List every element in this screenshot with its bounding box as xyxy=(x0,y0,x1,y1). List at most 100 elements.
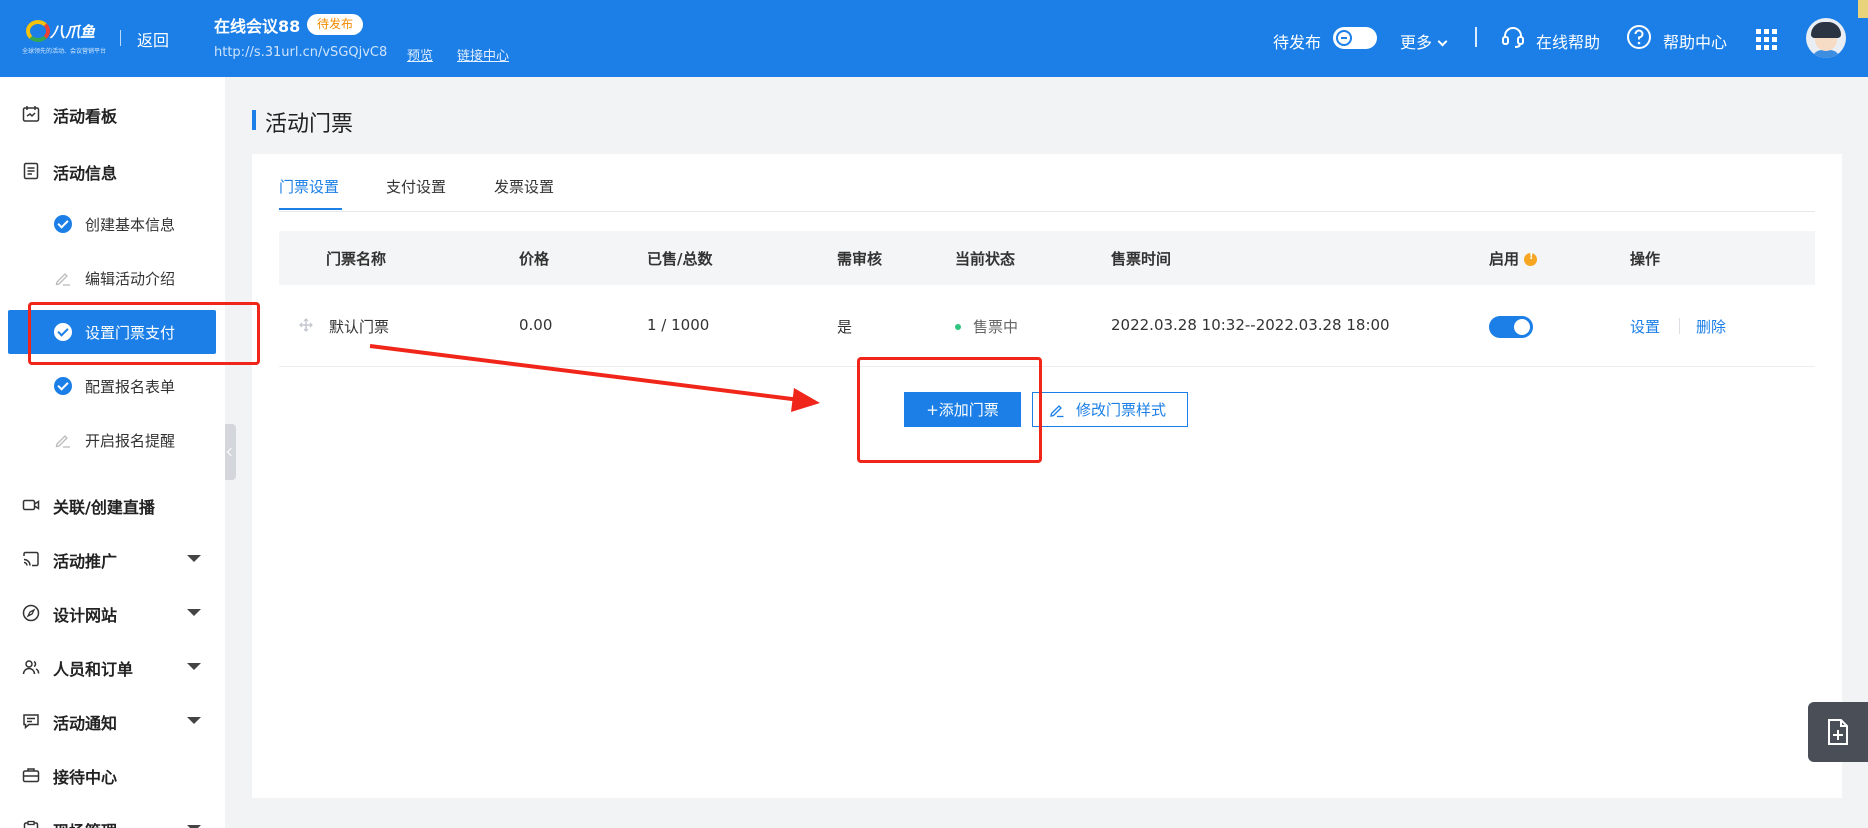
publish-toggle[interactable] xyxy=(1333,27,1377,49)
tab-payment-settings[interactable]: 支付设置 xyxy=(386,176,446,197)
table-header xyxy=(279,231,1815,285)
headset-icon[interactable] xyxy=(1500,24,1526,50)
more-label: 更多 xyxy=(1400,33,1433,52)
pencil-icon xyxy=(55,435,70,448)
column-header-review: 需审核 xyxy=(837,250,883,268)
pencil-icon xyxy=(55,273,70,286)
ticket-enabled-switch[interactable] xyxy=(1489,316,1533,338)
pencil-icon xyxy=(1050,405,1064,418)
user-avatar[interactable] xyxy=(1806,18,1846,58)
highlight-box-add-button xyxy=(857,357,1042,463)
sidebar-subitem-edit-intro[interactable]: 编辑活动介绍 xyxy=(8,256,216,300)
drag-handle-icon[interactable] xyxy=(299,318,313,332)
sidebar-collapse-handle[interactable] xyxy=(225,424,236,480)
calendar-icon xyxy=(22,106,40,122)
action-divider xyxy=(1679,318,1680,334)
sidebar-item-design-site[interactable]: 设计网站 xyxy=(0,592,225,632)
logo-mark: 八爪鱼 xyxy=(26,18,104,44)
caret-down-icon xyxy=(187,555,201,562)
tab-ticket-settings[interactable]: 门票设置 xyxy=(279,176,339,197)
sidebar-item-label: 人员和订单 xyxy=(53,660,134,679)
caret-down-icon xyxy=(187,609,201,616)
more-menu[interactable]: 更多 xyxy=(1400,29,1448,53)
sidebar-subitem-label: 创建基本信息 xyxy=(85,216,176,234)
sidebar-item-dashboard[interactable]: 活动看板 xyxy=(0,93,225,133)
clipboard-icon xyxy=(23,820,39,828)
preview-link[interactable]: 预览 xyxy=(407,45,433,64)
online-help-link[interactable]: 在线帮助 xyxy=(1536,29,1600,53)
edit-ticket-style-button[interactable]: 修改门票样式 xyxy=(1032,392,1188,427)
sidebar-item-label: 活动看板 xyxy=(53,107,118,126)
chevron-down-icon xyxy=(1437,36,1448,47)
cast-icon xyxy=(23,551,39,567)
event-status-badge: 待发布 xyxy=(307,14,364,35)
column-header-sold-total: 已售/总数 xyxy=(647,250,713,268)
column-header-actions: 操作 xyxy=(1630,250,1661,268)
add-document-icon xyxy=(1828,719,1848,745)
sidebar-subitem-signup-reminder[interactable]: 开启报名提醒 xyxy=(8,418,216,462)
column-header-sale-time: 售票时间 xyxy=(1111,250,1172,268)
page-title: 活动门票 xyxy=(265,112,354,137)
sidebar-item-label: 活动推广 xyxy=(53,552,118,571)
floating-add-document-button[interactable] xyxy=(1808,702,1868,762)
users-icon xyxy=(22,660,40,675)
ticket-settings-link[interactable]: 设置 xyxy=(1630,316,1660,337)
header-divider-2 xyxy=(1475,27,1477,47)
tab-invoice-settings[interactable]: 发票设置 xyxy=(494,176,554,197)
active-tab-indicator xyxy=(279,208,342,210)
status-text: 售票中 xyxy=(973,318,1019,336)
toggle-knob xyxy=(1336,30,1352,46)
check-circle-icon xyxy=(54,215,72,233)
back-link[interactable]: 返回 xyxy=(137,27,169,51)
ticket-review: 是 xyxy=(837,318,853,336)
page-title-accent xyxy=(252,110,256,130)
link-center-link[interactable]: 链接中心 xyxy=(457,45,509,64)
info-icon[interactable] xyxy=(1524,251,1538,266)
ticket-status: 售票中 xyxy=(955,316,1018,337)
message-icon xyxy=(23,714,39,730)
sidebar-item-promotion[interactable]: 活动推广 xyxy=(0,538,225,578)
sidebar-subitem-basic-info[interactable]: 创建基本信息 xyxy=(8,202,216,246)
briefcase-icon xyxy=(22,768,40,783)
enabled-header-label: 启用 xyxy=(1489,250,1520,268)
corner-indicator xyxy=(1858,0,1868,18)
logo-slogan: 全球领先的活动、会议营销平台 xyxy=(22,48,107,55)
ticket-name: 默认门票 xyxy=(329,318,390,336)
sidebar-item-event-info[interactable]: 活动信息 xyxy=(0,150,225,190)
sidebar-subitem-signup-form[interactable]: 配置报名表单 xyxy=(8,364,216,408)
sidebar-subitem-label: 开启报名提醒 xyxy=(85,432,176,450)
document-icon xyxy=(23,162,39,180)
check-circle-icon xyxy=(54,377,72,395)
column-header-status: 当前状态 xyxy=(955,250,1016,268)
apps-grid-icon[interactable] xyxy=(1756,29,1778,51)
event-url: http://s.31url.cn/vSGQjvC8 xyxy=(214,45,388,60)
sidebar-item-label: 活动通知 xyxy=(53,714,118,733)
switch-knob xyxy=(1514,319,1530,335)
header-divider xyxy=(120,30,121,46)
sidebar-item-onsite[interactable]: 现场管理 xyxy=(0,808,225,828)
logo-ring-icon xyxy=(26,20,50,42)
sidebar-subitem-label: 配置报名表单 xyxy=(85,378,176,396)
tabs-divider xyxy=(279,211,1815,212)
compass-icon xyxy=(22,604,40,622)
help-circle-icon[interactable] xyxy=(1626,24,1652,50)
top-header: 八爪鱼 全球领先的活动、会议营销平台 返回 在线会议88 待发布 http://… xyxy=(0,0,1868,77)
sidebar-item-people-orders[interactable]: 人员和订单 xyxy=(0,646,225,686)
sidebar-item-reception[interactable]: 接待中心 xyxy=(0,754,225,794)
status-dot xyxy=(955,324,961,330)
sidebar-item-label: 活动信息 xyxy=(53,164,118,183)
column-header-price: 价格 xyxy=(519,250,550,268)
ticket-sold-total: 1 / 1000 xyxy=(647,316,710,334)
help-center-link[interactable]: 帮助中心 xyxy=(1663,29,1727,53)
publish-status-label: 待发布 xyxy=(1273,33,1322,52)
ticket-delete-link[interactable]: 删除 xyxy=(1696,316,1726,337)
logo-brand: 八爪鱼 xyxy=(50,23,96,41)
edit-ticket-style-label: 修改门票样式 xyxy=(1075,401,1166,419)
sidebar-item-live[interactable]: 关联/创建直播 xyxy=(0,484,225,524)
column-header-enabled: 启用 xyxy=(1489,248,1538,269)
ticket-price: 0.00 xyxy=(519,316,553,334)
app-logo[interactable]: 八爪鱼 全球领先的活动、会议营销平台 xyxy=(22,18,108,58)
row-divider xyxy=(279,366,1815,367)
sidebar: 活动看板 活动信息 创建基本信息 编辑活动介绍 设置门票支付 配置报名表单 开启… xyxy=(0,77,225,828)
sidebar-item-notification[interactable]: 活动通知 xyxy=(0,700,225,740)
